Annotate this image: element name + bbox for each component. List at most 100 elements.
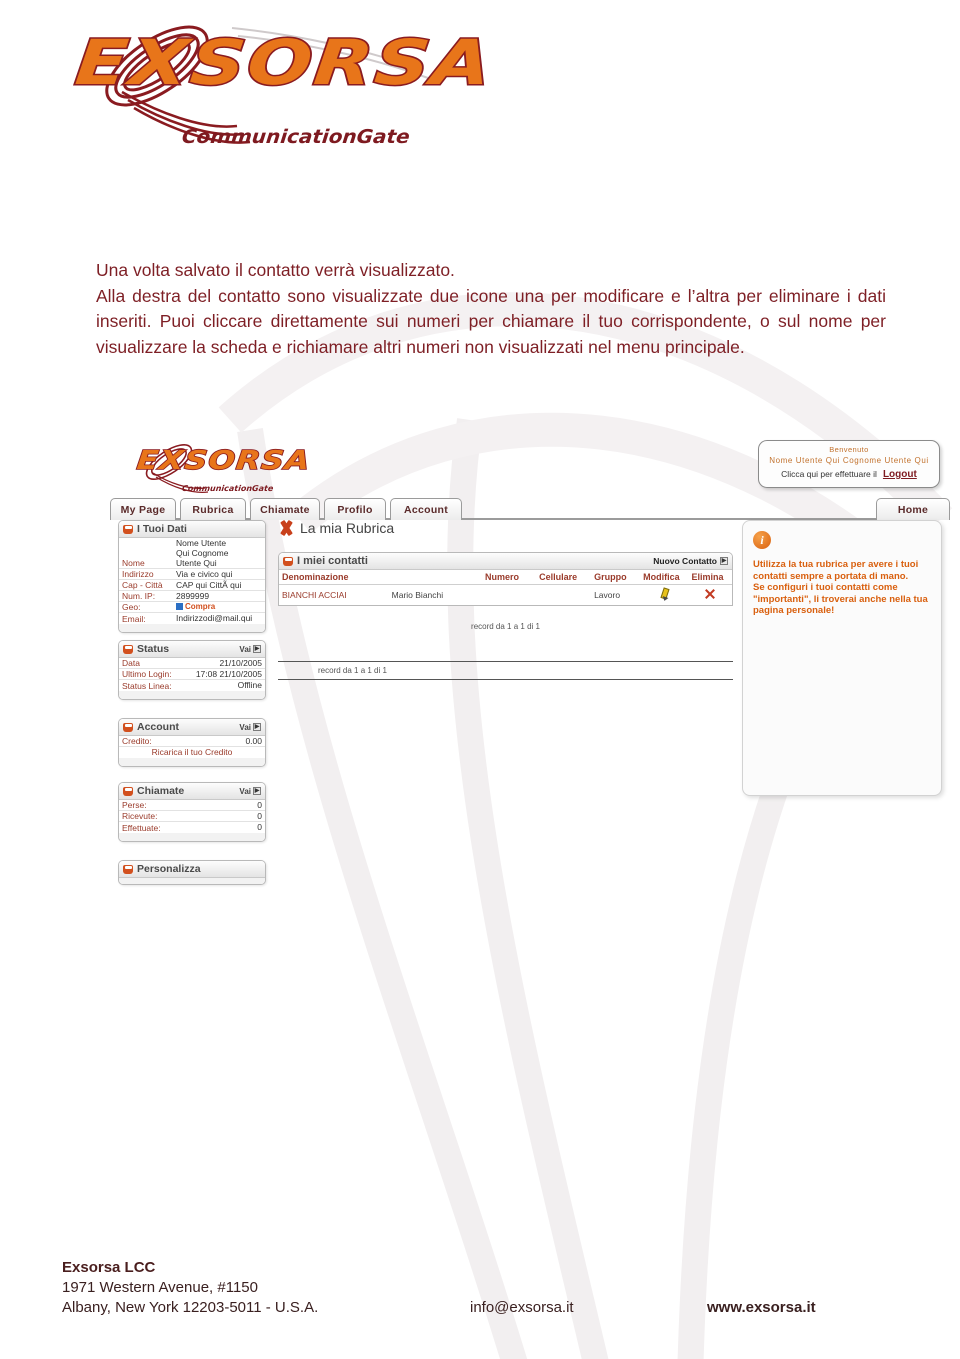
- ricarica-link[interactable]: Ricarica il tuo Credito: [152, 747, 233, 758]
- row-label: Geo:: [122, 602, 141, 612]
- panel-title: Account: [137, 721, 179, 733]
- vai-link[interactable]: Vai ▶: [239, 787, 261, 796]
- col-cellulare[interactable]: Cellulare: [536, 570, 592, 585]
- row-label: Credito:: [122, 736, 152, 746]
- record-counter-bottom: record da 1 a 1 di 1: [318, 666, 387, 675]
- row-ultimo-login: Ultimo Login: 17:08 21/10/2005: [119, 669, 265, 680]
- col-gruppo[interactable]: Gruppo: [591, 570, 641, 585]
- row-value: 0.00: [245, 736, 262, 746]
- record-counter-block: record da 1 a 1 di 1: [278, 661, 733, 680]
- cell-referente[interactable]: Mario Bianchi: [389, 585, 482, 606]
- panel-title: Personalizza: [137, 863, 201, 875]
- row-value: Offline: [237, 680, 262, 690]
- tab-home[interactable]: Home: [876, 498, 950, 520]
- row-value: 0: [257, 800, 262, 810]
- cell-denominazione[interactable]: BIANCHI ACCIAI: [279, 585, 389, 606]
- intro-line-1: Una volta salvato il contatto verrà visu…: [96, 260, 455, 280]
- panel-personalizza[interactable]: Personalizza: [118, 860, 266, 885]
- row-value: Via e civico qui: [176, 569, 233, 579]
- row-perse: Perse: 0: [119, 800, 265, 811]
- embedded-app-screenshot: EXSORSA CommunicationGate Benvenuto Nome…: [110, 432, 950, 932]
- logout-prefix: Clicca qui per effettuare il: [781, 469, 877, 479]
- row-ricevute: Ricevute: 0: [119, 811, 265, 822]
- footer-address-1: 1971 Western Avenue, #1150: [62, 1279, 258, 1296]
- compra-label: Compra: [185, 602, 216, 611]
- page-title: La mia Rubrica: [278, 520, 733, 536]
- panel-header: Chiamate Vai ▶: [119, 783, 265, 800]
- logout-link[interactable]: Logout: [883, 469, 917, 480]
- row-value: Nome Utente Qui Cognome Utente Qui: [176, 538, 229, 568]
- logout-row: Clicca qui per effettuare il Logout: [759, 469, 939, 480]
- col-referente: [388, 570, 483, 585]
- welcome-box: Benvenuto Nome Utente Qui Cognome Utente…: [758, 440, 940, 488]
- contacts-table: Denominazione Numero Cellulare Gruppo Mo…: [279, 570, 732, 605]
- panel-footer: [119, 691, 265, 699]
- arrow-right-icon: ▶: [253, 645, 261, 653]
- col-denominazione[interactable]: Denominazione: [279, 570, 389, 585]
- tab-chiamate[interactable]: Chiamate: [250, 498, 320, 520]
- row-value: 17:08 21/10/2005: [195, 669, 262, 679]
- arrow-right-icon: ▶: [720, 557, 728, 565]
- row-email: Email: Indirizzodi@mail.qui: [119, 613, 265, 624]
- info-panel-text: Utilizza la tua rubrica per avere i tuoi…: [753, 559, 928, 616]
- tab-rubrica[interactable]: Rubrica: [180, 498, 246, 520]
- row-ricarica: Ricarica il tuo Credito: [119, 747, 265, 758]
- footer-company: Exsorsa LCC: [62, 1259, 156, 1276]
- cell-cellulare[interactable]: [536, 585, 591, 606]
- row-value: 0: [257, 811, 262, 821]
- panel-footer: [119, 878, 265, 884]
- new-contact-button[interactable]: Nuovo Contatto ▶: [653, 556, 728, 566]
- table-row[interactable]: BIANCHI ACCIAI Mario Bianchi Lavoro: [279, 585, 732, 606]
- row-label: Status Linea:: [122, 681, 172, 691]
- app-logo-tagline: CommunicationGate: [181, 484, 274, 493]
- phone-icon: [123, 864, 133, 874]
- phone-icon: [123, 786, 133, 796]
- intro-line-2: Alla destra del contatto sono visualizza…: [96, 285, 886, 357]
- footer-website[interactable]: www.exsorsa.it: [707, 1298, 816, 1318]
- panel-title: I Tuoi Dati: [137, 523, 187, 535]
- cell-numero[interactable]: [482, 585, 536, 606]
- cart-icon: [176, 603, 183, 610]
- row-label: Cap - Città: [122, 580, 163, 590]
- app-logo[interactable]: EXSORSA CommunicationGate: [125, 438, 325, 496]
- cell-elimina[interactable]: [688, 585, 732, 606]
- vai-label: Vai: [239, 644, 251, 654]
- cell-modifica[interactable]: [640, 585, 688, 606]
- row-geo: Geo: Compra: [119, 602, 265, 613]
- panel-title: Status: [137, 643, 170, 655]
- logo-wordmark: EXSORSA: [71, 24, 499, 100]
- compra-link[interactable]: Compra: [176, 602, 215, 611]
- tab-account[interactable]: Account: [390, 498, 462, 520]
- row-value: 0: [257, 822, 262, 832]
- x-delete-icon[interactable]: [704, 588, 716, 600]
- main-column: La mia Rubrica I miei contatti Nuovo Con…: [278, 520, 733, 680]
- welcome-greeting: Benvenuto: [829, 445, 869, 454]
- row-nome: Nome Nome Utente Qui Cognome Utente Qui: [119, 538, 265, 569]
- row-label: Indirizzo: [122, 569, 154, 579]
- row-value: Indirizzodi@mail.qui: [176, 613, 253, 623]
- row-data: Data 21/10/2005: [119, 658, 265, 669]
- main-tabbar: My Page Rubrica Chiamate Profilo Account…: [110, 498, 950, 520]
- col-numero[interactable]: Numero: [482, 570, 537, 585]
- vai-link[interactable]: Vai ▶: [239, 645, 261, 654]
- page-logo: EXSORSA CommunicationGate: [62, 8, 499, 158]
- row-label: Ricevute:: [122, 811, 158, 821]
- tab-my-page[interactable]: My Page: [110, 498, 176, 520]
- logo-tagline: CommunicationGate: [180, 126, 411, 148]
- footer-contact-row: Albany, New York 12203-5011 - U.S.A. inf…: [62, 1298, 912, 1318]
- footer-email[interactable]: info@exsorsa.it: [470, 1298, 574, 1318]
- panel-header: Status Vai ▶: [119, 641, 265, 658]
- row-value: 21/10/2005: [219, 658, 262, 668]
- page-title-label: La mia Rubrica: [300, 520, 395, 536]
- row-credito: Credito: 0.00: [119, 736, 265, 747]
- phone-icon: [123, 644, 133, 654]
- pencil-icon[interactable]: [659, 588, 669, 600]
- app-logo-wordmark: EXSORSA: [135, 445, 313, 477]
- vai-link[interactable]: Vai ▶: [239, 723, 261, 732]
- welcome-username: Nome Utente Qui Cognome Utente Qui: [769, 456, 929, 465]
- panel-header: Personalizza: [119, 861, 265, 878]
- col-elimina: Elimina: [688, 570, 732, 585]
- tab-profilo[interactable]: Profilo: [324, 498, 386, 520]
- app-body: I Tuoi Dati Nome Nome Utente Qui Cognome…: [110, 520, 950, 932]
- row-label: Data: [122, 658, 140, 668]
